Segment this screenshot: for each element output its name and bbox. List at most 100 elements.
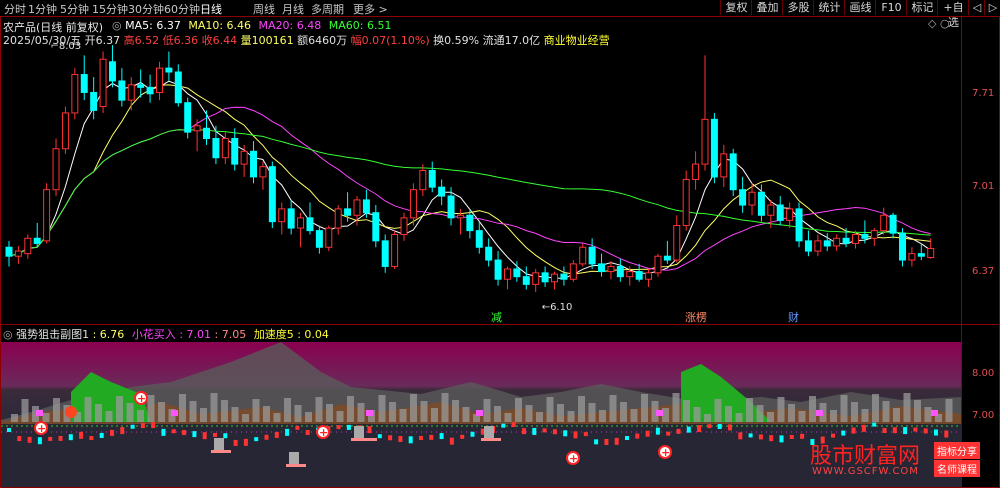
candle-body [231, 138, 239, 165]
sub-candle [89, 436, 94, 441]
sub-candle [274, 431, 279, 438]
sub-bar [630, 409, 638, 422]
sub-candle [182, 430, 187, 436]
timeframe-6[interactable]: 日线 [200, 1, 222, 17]
candlestick-chart[interactable]: ⌐8.03 ←6.10 减 涨楞 财 [1, 17, 961, 324]
timeframe-2[interactable]: 5分钟 [60, 1, 89, 17]
toolbar-button-0[interactable]: 复权 [720, 0, 752, 15]
sub-candle [192, 431, 197, 438]
sub-candle [161, 428, 166, 436]
bottom-bar [354, 426, 364, 438]
sub-bar [767, 412, 774, 422]
sub-bar [914, 400, 921, 422]
sub-bar [536, 412, 543, 422]
price-axis-panel [961, 16, 1000, 325]
candle-body [372, 212, 380, 242]
candle-body [438, 186, 446, 197]
candle-body [240, 150, 248, 165]
toolbar-button-7[interactable]: +自选 [937, 0, 969, 29]
timeframe-4[interactable]: 30分钟 [128, 1, 164, 17]
pink-square [36, 410, 43, 416]
sub-candle [233, 439, 238, 446]
candle-body [795, 208, 803, 242]
toolbar-button-6[interactable]: 标记 [906, 0, 938, 15]
sub-candle [37, 437, 42, 445]
sub-candle [285, 428, 290, 436]
candle-body [927, 248, 935, 258]
sub-bar [305, 412, 312, 422]
event-marker-1: 涨楞 [685, 310, 707, 324]
sub-bar [315, 397, 323, 422]
sub-candle [140, 423, 145, 429]
sub-indicator-name: 强势狙击副图1 [16, 328, 90, 341]
sub-candle [264, 434, 269, 440]
timeframe-5[interactable]: 60分钟 [164, 1, 200, 17]
sub-candle [583, 432, 588, 437]
hot-marker [65, 406, 77, 418]
sub-candle [99, 432, 104, 438]
sub-bar [725, 406, 732, 422]
candle-body [297, 217, 305, 229]
sub-label-4: 加速度5 [253, 328, 294, 341]
sub-bar [494, 406, 501, 422]
candle-body [33, 237, 41, 244]
sub-bar [420, 401, 428, 422]
toolbar-button-2[interactable]: 多股 [782, 0, 814, 15]
candle-body [428, 170, 436, 188]
sub-candle [130, 424, 135, 429]
sub-bar [410, 394, 417, 422]
timeframe-9[interactable]: 多周期 [311, 1, 344, 17]
timeframe-1[interactable]: 1分钟 [28, 1, 57, 17]
timeframe-10[interactable]: 更多 > [353, 1, 388, 17]
sub-candle [151, 422, 156, 429]
candle-body [786, 208, 794, 221]
candle-body [400, 217, 408, 235]
candle-body [61, 112, 69, 150]
candle-body [43, 189, 51, 242]
sub-candle [676, 428, 681, 434]
buy-marker-plus: + [137, 392, 146, 405]
sub-bar [158, 402, 165, 422]
sub-value-1: : 6.76 [92, 328, 125, 341]
sub-candle [542, 428, 547, 433]
sub-bar [11, 414, 18, 422]
timeframe-8[interactable]: 月线 [282, 1, 304, 17]
candle-body [250, 150, 258, 178]
sub-bar [231, 407, 239, 422]
sub-bar [189, 401, 197, 422]
price-tick-high: 7.71 [972, 88, 995, 99]
candle-body [52, 148, 60, 191]
toolbar-button-4[interactable]: 画线 [844, 0, 876, 15]
candle-body [908, 253, 916, 261]
candle-body [362, 199, 370, 214]
sub-candle [449, 437, 454, 445]
candle-body [287, 208, 295, 229]
candle-body [494, 259, 502, 280]
sub-bar [53, 398, 60, 422]
sub-bar [326, 404, 333, 422]
bottom-bar [289, 452, 299, 464]
candle-body [776, 204, 784, 221]
sub-candle [171, 429, 176, 434]
sub-bar [126, 403, 134, 422]
toolbar-button-1[interactable]: 叠加 [751, 0, 783, 15]
timeframe-0[interactable]: 分时 [4, 1, 26, 17]
candle-body [71, 74, 79, 114]
toolbar-button-5[interactable]: F10 [875, 0, 907, 15]
sub-candle [511, 422, 516, 428]
sub-bar [840, 395, 848, 422]
sub-tick-8: 8.00 [972, 368, 995, 379]
timeframe-7[interactable]: 周线 [253, 1, 275, 17]
timeframe-3[interactable]: 15分钟 [92, 1, 128, 17]
candle-body [522, 276, 530, 285]
sub-candle [635, 433, 640, 439]
sub-candle [666, 431, 671, 436]
sub-candle [552, 429, 557, 435]
toolbar-button-3[interactable]: 统计 [813, 0, 845, 15]
sub-candle [79, 431, 84, 439]
sub-bar [179, 394, 186, 422]
sub-candle [728, 424, 732, 431]
toolbar-button-8[interactable]: ◁ [968, 0, 985, 15]
toolbar-button-9[interactable]: ▷ [984, 0, 1000, 15]
sub-candle [861, 424, 866, 432]
